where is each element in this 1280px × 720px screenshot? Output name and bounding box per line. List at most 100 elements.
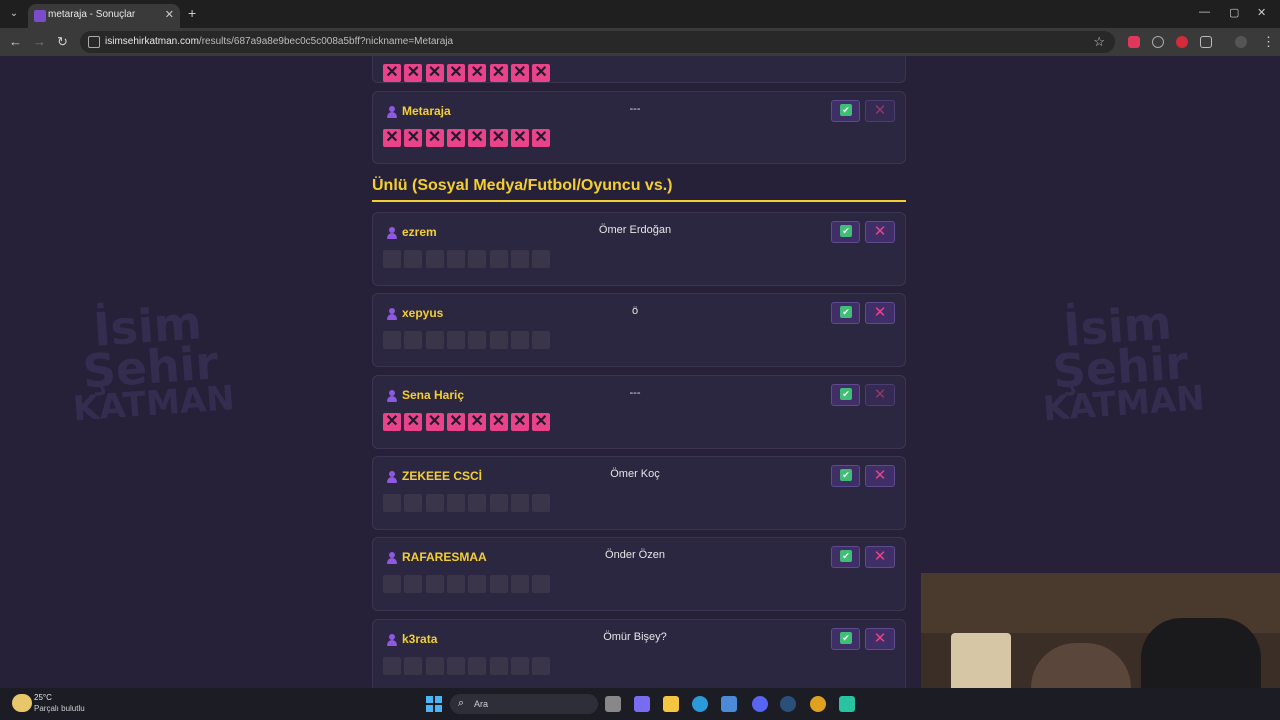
letter-box-crossed: ✕ [532,64,551,82]
letter-box-crossed: ✕ [510,412,529,431]
letter-box-crossed: ✕ [510,64,529,82]
file-explorer-icon[interactable] [663,696,679,712]
accept-button[interactable] [831,464,860,487]
letter-box-crossed: ✕ [425,412,444,431]
answer-card: ezrem Ömer Erdoğan ✕ [372,212,906,286]
temperature[interactable]: 25°C [34,693,52,702]
accept-button[interactable] [831,100,860,122]
reload-icon[interactable]: ↻ [57,34,68,50]
player-answer: Önder Özen [605,549,665,562]
bookmark-star-icon[interactable]: ☆ [1093,34,1105,50]
weather-description[interactable]: Parçalı bulutlu [34,704,85,713]
player-answer: --- [629,386,641,399]
letter-box-crossed: ✕ [404,129,423,147]
accept-button[interactable] [831,546,860,569]
tab-close-icon[interactable]: ✕ [165,8,174,21]
player-nickname: Sena Hariç [402,387,465,402]
letter-box [425,331,444,350]
letter-box [489,575,508,594]
letter-box [404,250,423,268]
forward-icon[interactable]: → [33,34,46,49]
close-window-icon[interactable]: ✕ [1257,6,1266,19]
weather-icon[interactable] [12,694,32,712]
store-icon[interactable] [721,696,737,712]
chrome-icon[interactable] [810,696,826,712]
letter-box-crossed: ✕ [404,412,423,431]
reject-button[interactable]: ✕ [865,383,895,406]
letter-box-crossed: ✕ [532,412,551,431]
puzzle-icon[interactable] [1200,36,1212,48]
reject-button[interactable]: ✕ [865,302,895,325]
player-nickname: ezrem [402,225,437,239]
reject-button[interactable]: ✕ [865,100,895,122]
maximize-icon[interactable]: ▢ [1229,6,1239,19]
letter-box [510,331,529,350]
minimize-icon[interactable]: — [1199,6,1210,18]
reject-button[interactable]: ✕ [865,627,895,650]
answer-card: Metaraja --- ✕ ✕✕✕✕✕✕✕✕ [372,91,906,164]
discord-icon[interactable] [752,696,768,712]
accept-button[interactable] [831,627,860,650]
task-view-icon[interactable] [605,696,621,712]
letter-box [383,656,401,675]
letter-box [383,575,401,594]
letter-box [383,493,401,512]
back-icon[interactable]: ← [9,34,22,49]
letter-box [383,331,401,350]
player-nickname: xepyus [402,306,444,321]
letter-box-crossed: ✕ [532,129,551,147]
letter-box-crossed: ✕ [446,129,465,147]
app-icon[interactable] [839,696,855,712]
letter-box-crossed: ✕ [425,64,444,82]
reject-button[interactable]: ✕ [865,221,895,243]
extension-icon[interactable] [1128,36,1140,48]
letter-box [532,575,551,594]
letter-box-crossed: ✕ [468,64,487,82]
letter-box [510,493,529,512]
profile-avatar[interactable] [1235,36,1247,48]
new-tab-icon[interactable]: + [188,5,196,21]
player-nickname: ZEKEEE CSCİ [402,468,483,483]
letter-box-crossed: ✕ [446,412,465,431]
copilot-icon[interactable] [634,696,650,712]
windows-start-icon[interactable] [426,696,442,712]
tab-search-icon[interactable]: ⌄ [6,6,22,22]
browser-toolbar: ← → ↻ isimsehirkatman.com/results/687a9a… [0,28,1280,56]
browser-tab-bar: ⌄ metaraja - Sonuçlar ✕ + — ▢ ✕ [0,0,1280,28]
answer-card: ZEKEEE CSCİ Ömer Koç ✕ [372,455,906,530]
letter-box-crossed: ✕ [510,129,529,147]
user-icon [387,389,397,402]
category-divider [372,200,906,202]
letter-box [404,656,423,675]
user-icon [387,308,397,321]
address-bar[interactable]: isimsehirkatman.com/results/687a9a8e9bec… [80,31,1115,53]
letter-box-crossed: ✕ [489,64,508,82]
accept-button[interactable] [831,302,860,325]
letter-box [489,250,508,268]
taskbar-search[interactable]: ⌕ Ara [450,694,598,714]
url-text[interactable]: isimsehirkatman.com/results/687a9a8e9bec… [105,36,453,47]
edge-icon[interactable] [692,696,708,712]
reject-button[interactable]: ✕ [865,464,895,487]
letter-box [468,575,487,594]
accept-button[interactable] [831,383,860,406]
site-favicon-icon [34,10,46,22]
accept-button[interactable] [831,221,860,243]
extension-icon[interactable] [1176,36,1188,48]
letter-box [532,250,551,268]
browser-tab[interactable]: metaraja - Sonuçlar ✕ [28,4,180,28]
player-answer: ö [631,305,639,318]
letter-box [425,656,444,675]
letter-box [404,575,423,594]
reject-button[interactable]: ✕ [865,546,895,569]
site-info-icon[interactable] [88,36,100,48]
menu-dots-icon[interactable]: ⋮ [1262,34,1275,50]
steam-icon[interactable] [780,696,796,712]
letter-box [468,331,487,350]
user-icon [387,633,397,646]
shield-icon[interactable] [1152,36,1164,48]
letter-box [446,250,465,268]
answer-card: k3rata Ömür Bişey? ✕ [372,618,906,688]
page-content: İsim Şehir KATMAN İsim Şehir KATMAN ✕ ✕ ✕ ✕… [0,56,1280,688]
letter-box-crossed: ✕ [425,129,444,147]
